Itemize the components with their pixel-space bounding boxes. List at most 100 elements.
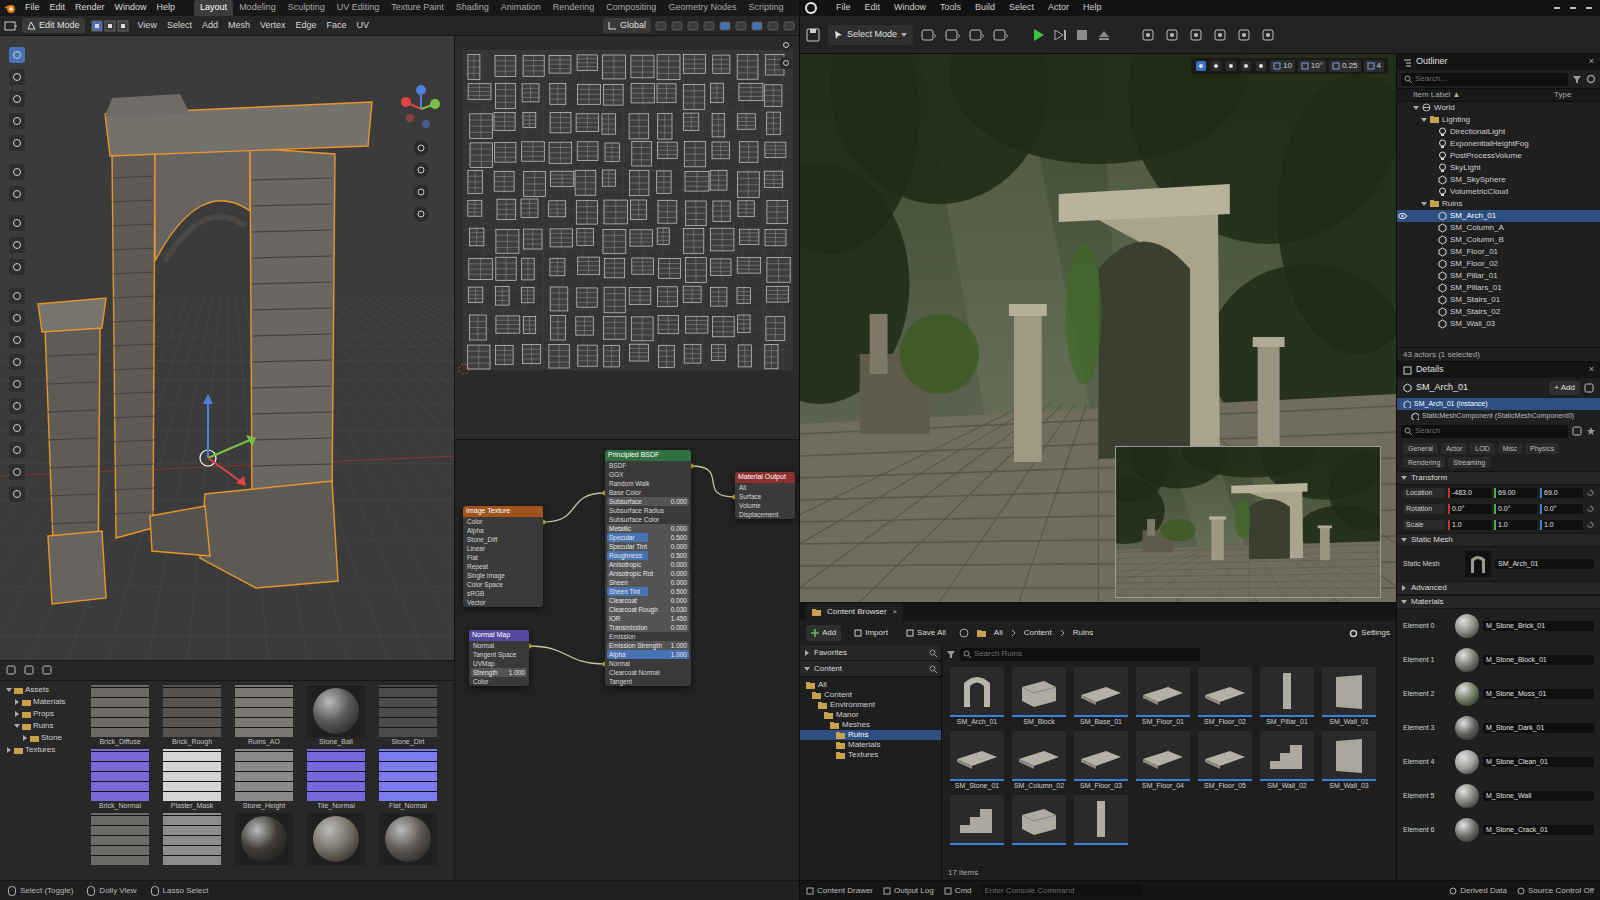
mode-dropdown[interactable]: Edit Mode (22, 18, 85, 33)
header-menu[interactable]: View (135, 19, 160, 33)
eject-icon[interactable] (1097, 28, 1111, 42)
asset-tile[interactable]: SM_Wall_01 (1320, 667, 1378, 727)
header-tool-icon[interactable] (687, 20, 699, 32)
close-button[interactable]: × (1589, 55, 1594, 69)
workspace-tab[interactable]: Compositing (600, 0, 662, 16)
tool-icon[interactable] (8, 463, 26, 481)
level-viewport[interactable]: 1010°0.254 (800, 54, 1396, 602)
transform-tool-icon[interactable] (1255, 60, 1267, 72)
status-button[interactable]: Source Control Off (1517, 885, 1594, 897)
expander[interactable] (1413, 105, 1419, 111)
reset-icon[interactable] (1586, 505, 1594, 513)
transform-tool-icon[interactable] (1225, 60, 1237, 72)
material-picker[interactable]: M_Stone_Wall (1483, 791, 1594, 802)
folder-row[interactable]: Content (800, 690, 941, 700)
material-picker[interactable]: M_Stone_Clean_01 (1483, 757, 1594, 768)
asset-tile[interactable]: SM_Column_02 (1010, 731, 1068, 791)
toolbar-button[interactable]: Add (806, 625, 841, 641)
face-select-icon[interactable] (117, 20, 129, 32)
transform-field[interactable]: 0.0° (1540, 504, 1583, 515)
node-field[interactable]: IOR1.450 (607, 614, 689, 623)
asset-thumbnail[interactable]: Brick_Diffuse (86, 685, 154, 747)
column-label[interactable]: Type (1554, 89, 1594, 101)
toolbar-icon[interactable] (1261, 28, 1277, 42)
asset-thumbnail[interactable] (158, 813, 226, 865)
folder-row[interactable]: All (800, 680, 941, 690)
tool-icon[interactable] (8, 90, 26, 108)
workspace-tab[interactable]: Sculpting (282, 0, 331, 16)
node-field[interactable]: Anisotropic0.000 (607, 560, 689, 569)
tool-icon[interactable] (8, 331, 26, 349)
filter-tab[interactable]: Rendering (1403, 457, 1445, 468)
search-input[interactable] (1415, 425, 1565, 437)
list-icon[interactable] (42, 665, 54, 677)
content-browser-tab[interactable]: Content Browser× (806, 603, 903, 621)
snap-setting[interactable]: 4 (1364, 60, 1384, 72)
asset-tile[interactable]: SM_Block (1010, 667, 1068, 727)
asset-thumbnail[interactable]: Brick_Rough (158, 685, 226, 747)
add-component-button[interactable]: + Add (1549, 381, 1580, 395)
folder-row[interactable]: Manor (800, 710, 941, 720)
filter-tab[interactable]: LOD (1470, 443, 1494, 454)
node-field[interactable]: Subsurface0.000 (607, 497, 689, 506)
material-picker[interactable]: M_Stone_Brick_01 (1483, 621, 1594, 632)
menu-item[interactable]: Window (888, 1, 932, 15)
asset-tree-item[interactable]: Materials (0, 697, 82, 707)
component-row[interactable]: SM_Arch_01 (Instance) (1397, 398, 1600, 410)
node-field[interactable]: Roughness0.500 (607, 551, 689, 560)
menu-item[interactable]: File (830, 1, 857, 15)
node-field[interactable]: Sheen Tint0.500 (607, 587, 689, 596)
asset-tree-item[interactable]: Stone (0, 733, 82, 743)
status-button[interactable]: Cmd (944, 885, 972, 897)
toolbar-icon[interactable] (1165, 28, 1181, 42)
transform-tool-icon[interactable] (1195, 60, 1207, 72)
settings-button[interactable]: Settings (1349, 627, 1390, 639)
filter-tab[interactable]: Actor (1441, 443, 1467, 454)
asset-tile[interactable]: SM_Wall_02 (1258, 731, 1316, 791)
asset-tree-item[interactable]: Textures (0, 745, 82, 755)
menu-item[interactable]: Window (110, 1, 152, 15)
header-tool-icon[interactable] (783, 20, 795, 32)
pan-icon[interactable] (779, 56, 793, 70)
shader-node[interactable]: Principled BSDFBSDFGGXRandom WalkBase Co… (605, 450, 691, 686)
arch-model[interactable] (0, 36, 454, 660)
toolbar-icon[interactable] (1141, 28, 1157, 42)
tool-icon[interactable] (8, 112, 26, 130)
grid-icon[interactable] (413, 206, 429, 222)
zoom-icon[interactable] (413, 140, 429, 156)
asset-thumbnail[interactable]: Plaster_Mask (158, 749, 226, 811)
search-input[interactable] (1415, 73, 1565, 85)
transform-field[interactable]: 1.0 (1494, 520, 1537, 531)
snap-setting[interactable]: 10 (1270, 60, 1295, 72)
menu-item[interactable]: Help (1077, 1, 1108, 15)
asset-tile[interactable]: SM_Floor_04 (1134, 731, 1192, 791)
tool-icon[interactable] (8, 134, 26, 152)
stop-icon[interactable] (1075, 28, 1089, 42)
asset-tile[interactable]: SM_Stone_01 (948, 731, 1006, 791)
workspace-tab[interactable]: Scripting (742, 0, 789, 16)
workspace-tab[interactable]: Geometry Nodes (662, 0, 742, 16)
3d-viewport[interactable] (0, 36, 454, 660)
asset-picker[interactable]: SM_Arch_01 (1495, 559, 1594, 570)
axis-gizmo-icon[interactable] (396, 84, 446, 134)
outliner-row[interactable]: DirectionalLight (1397, 126, 1600, 138)
folder-row[interactable]: Materials (800, 740, 941, 750)
section-header[interactable]: Advanced (1397, 581, 1600, 595)
header-tool-icon[interactable] (703, 20, 715, 32)
header-tool-icon[interactable] (767, 20, 779, 32)
tool-icon[interactable] (8, 46, 26, 64)
minimize-icon[interactable] (1550, 3, 1564, 13)
select-mode-dropdown[interactable]: Select Mode (828, 25, 913, 45)
toolbar-icon[interactable] (993, 28, 1009, 42)
asset-tree-item[interactable]: Assets (0, 685, 82, 695)
status-button[interactable]: Output Log (883, 885, 934, 897)
component-row[interactable]: StaticMeshComponent (StaticMeshComponent… (1397, 410, 1600, 422)
header-menu[interactable]: Add (199, 19, 221, 33)
header-menu[interactable]: UV (354, 19, 373, 33)
maximize-icon[interactable] (1566, 3, 1580, 13)
asset-tile[interactable]: SM_Wall_03 (1320, 731, 1378, 791)
header-menu[interactable]: Mesh (225, 19, 253, 33)
expander[interactable] (1421, 117, 1427, 123)
search-field[interactable] (1401, 425, 1568, 438)
vertex-select-icon[interactable] (91, 20, 103, 32)
